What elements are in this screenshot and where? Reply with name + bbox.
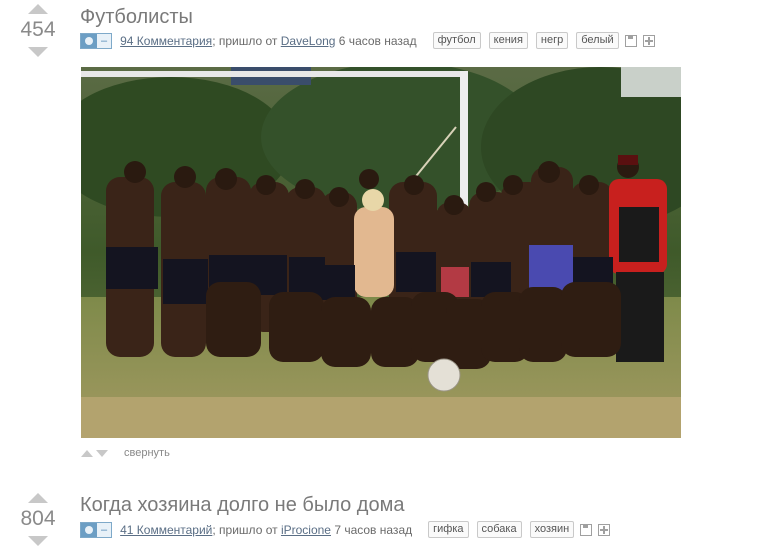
camera-toggle-button[interactable]: – (80, 521, 113, 538)
tag[interactable]: белый (576, 32, 619, 49)
minus-icon: – (101, 34, 108, 47)
small-downvote-icon[interactable] (96, 449, 108, 457)
tag-list: футбол кения негр белый (425, 32, 619, 49)
post-footer: свернуть (81, 447, 170, 459)
plus-icon[interactable] (598, 523, 611, 536)
plus-icon[interactable] (642, 34, 655, 47)
small-upvote-icon[interactable] (81, 449, 93, 457)
upvote-arrow-icon[interactable] (28, 493, 48, 503)
tag[interactable]: футбол (432, 32, 481, 49)
camera-toggle-button[interactable]: – (80, 32, 113, 49)
post-title[interactable]: Когда хозяина долго не было дома (80, 494, 404, 517)
tag[interactable]: кения (488, 32, 528, 49)
post-meta: – 94 Комментария ; пришло от DaveLong 6 … (80, 32, 655, 49)
post-score: 454 (20, 18, 56, 41)
vote-box: 454 (18, 4, 58, 57)
post-time: 7 часов назад (330, 522, 413, 537)
post-image[interactable] (81, 67, 681, 438)
vote-box: 804 (18, 493, 58, 546)
post: 804 Когда хозяина долго не было дома – 4… (0, 486, 784, 552)
post-time: 6 часов назад (335, 33, 417, 48)
save-icon[interactable] (580, 523, 593, 536)
save-icon[interactable] (624, 34, 637, 47)
downvote-arrow-icon[interactable] (28, 536, 48, 546)
tag[interactable]: гифка (428, 521, 469, 538)
came-from-label: ; пришло от (212, 522, 281, 537)
tag[interactable]: негр (535, 32, 569, 49)
author-link[interactable]: iProcione (281, 523, 331, 537)
minus-icon: – (101, 523, 108, 536)
tag[interactable]: хозяин (529, 521, 575, 538)
comments-link[interactable]: 41 Комментарий (120, 523, 212, 537)
camera-icon (81, 522, 97, 537)
comments-link[interactable]: 94 Комментария (120, 34, 212, 48)
post: 454 Футболисты – 94 Комментария ; пришло… (0, 0, 784, 480)
came-from-label: ; пришло от (212, 33, 281, 48)
post-meta: – 41 Комментарий ; пришло от iProcione 7… (80, 521, 611, 538)
tag-list: гифка собака хозяин (420, 521, 575, 538)
post-score: 804 (20, 507, 56, 530)
camera-icon (81, 33, 97, 48)
upvote-arrow-icon[interactable] (28, 4, 48, 14)
downvote-arrow-icon[interactable] (28, 47, 48, 57)
post-title[interactable]: Футболисты (80, 6, 193, 29)
author-link[interactable]: DaveLong (281, 34, 336, 48)
collapse-link[interactable]: свернуть (124, 447, 170, 459)
tag[interactable]: собака (476, 521, 522, 538)
